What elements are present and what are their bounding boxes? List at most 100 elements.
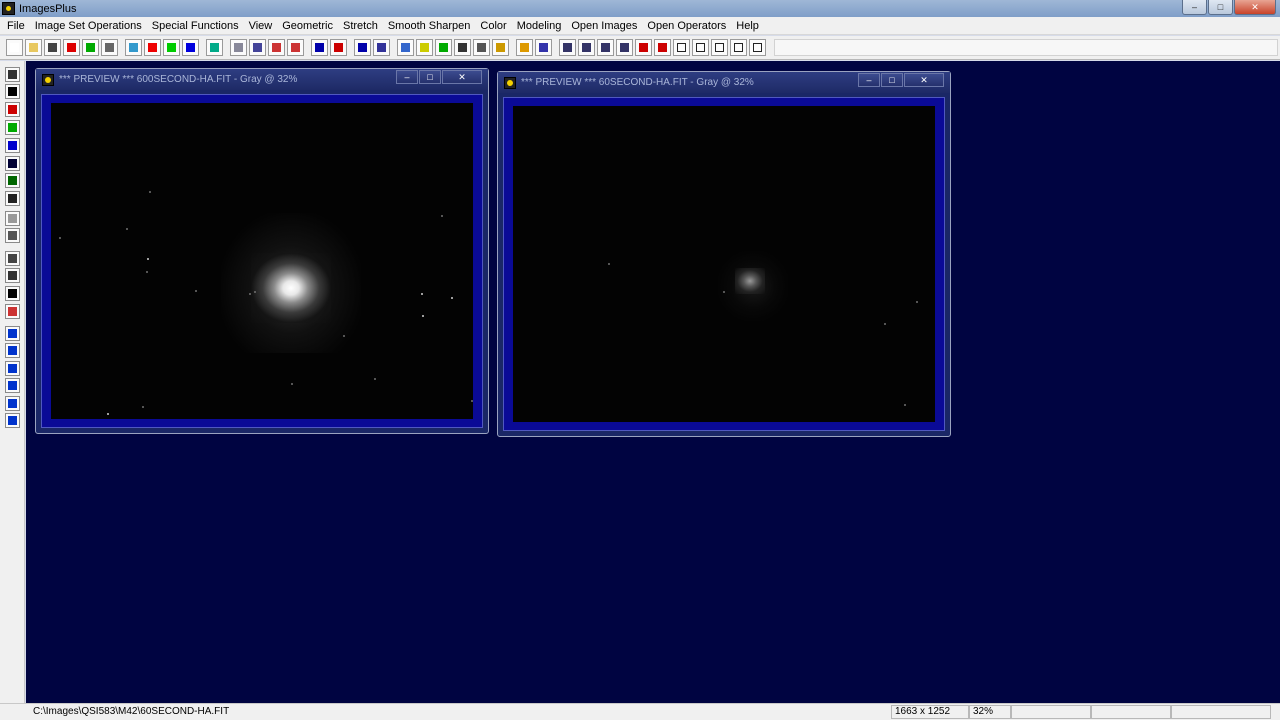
redo-button[interactable] — [249, 39, 266, 56]
black-blue-tool[interactable] — [5, 156, 20, 171]
red-channel-button[interactable] — [144, 39, 161, 56]
plus-box-button[interactable] — [635, 39, 652, 56]
redo-red-button[interactable] — [287, 39, 304, 56]
zoom-fit-button[interactable] — [597, 39, 614, 56]
square-medium-button[interactable] — [692, 39, 709, 56]
close-red-button[interactable] — [63, 39, 80, 56]
minimize-window-button[interactable]: – — [858, 73, 880, 87]
zoom-actual-button[interactable] — [616, 39, 633, 56]
mountain-button[interactable] — [397, 39, 414, 56]
save-tool-tool[interactable] — [5, 67, 20, 82]
columns-tool[interactable] — [5, 268, 20, 283]
maximize-window-button[interactable]: □ — [881, 73, 903, 87]
diagonal-icon — [8, 231, 17, 240]
black-blue-icon — [8, 159, 17, 168]
black-bar-tool[interactable] — [5, 286, 20, 301]
star — [723, 291, 725, 293]
menu-view[interactable]: View — [244, 20, 278, 32]
minus-box-button[interactable] — [654, 39, 671, 56]
red-square-tool[interactable] — [5, 102, 20, 117]
square-small-button[interactable] — [711, 39, 728, 56]
select-box-tool[interactable] — [5, 251, 20, 266]
up-arrow-icon — [8, 346, 17, 355]
close-red-icon — [67, 43, 76, 52]
square-xsmall-button[interactable] — [730, 39, 747, 56]
new-file-button[interactable] — [6, 39, 23, 56]
maximize-button[interactable]: □ — [1208, 0, 1233, 15]
undo-button[interactable] — [230, 39, 247, 56]
move-tool[interactable] — [5, 326, 20, 341]
menu-color[interactable]: Color — [475, 20, 511, 32]
star — [59, 237, 61, 239]
calculator-icon — [477, 43, 486, 52]
menu-open-images[interactable]: Open Images — [566, 20, 642, 32]
dotted-line-button[interactable] — [354, 39, 371, 56]
green-channel-icon — [167, 43, 176, 52]
preview-image-600s[interactable] — [51, 103, 473, 419]
crop-tool[interactable] — [5, 304, 20, 319]
open-folder-button[interactable] — [25, 39, 42, 56]
crosshair-button[interactable] — [454, 39, 471, 56]
add-icon — [439, 43, 448, 52]
dot-button[interactable] — [311, 39, 328, 56]
ring-tool[interactable] — [5, 211, 20, 226]
rotate-right-tool[interactable] — [5, 396, 20, 411]
menu-file[interactable]: File — [2, 20, 30, 32]
grid-select-button[interactable] — [535, 39, 552, 56]
redo-red-icon — [291, 43, 300, 52]
image-window-titlebar[interactable]: *** PREVIEW *** 600SECOND-HA.FIT - Gray … — [36, 69, 488, 90]
points-button[interactable] — [373, 39, 390, 56]
square-large-button[interactable] — [673, 39, 690, 56]
menu-image-set-operations[interactable]: Image Set Operations — [30, 20, 147, 32]
menu-stretch[interactable]: Stretch — [338, 20, 383, 32]
green-square-tool[interactable] — [5, 120, 20, 135]
image-window-600s[interactable]: *** PREVIEW *** 600SECOND-HA.FIT - Gray … — [35, 68, 489, 434]
frames-tool[interactable] — [5, 413, 20, 428]
menu-smooth-sharpen[interactable]: Smooth Sharpen — [383, 20, 476, 32]
blue-channel-button[interactable] — [182, 39, 199, 56]
redo-icon — [253, 43, 262, 52]
diagonal-tool[interactable] — [5, 228, 20, 243]
menu-modeling[interactable]: Modeling — [512, 20, 567, 32]
menu-geometric[interactable]: Geometric — [277, 20, 338, 32]
maximize-window-button[interactable]: □ — [419, 70, 441, 84]
image-window-titlebar[interactable]: *** PREVIEW *** 60SECOND-HA.FIT - Gray @… — [498, 72, 950, 93]
green-black-tool[interactable] — [5, 173, 20, 188]
rgb-channels-button[interactable] — [125, 39, 142, 56]
minimize-window-button[interactable]: – — [396, 70, 418, 84]
star — [916, 301, 918, 303]
grid-select-icon — [539, 43, 548, 52]
close-button[interactable]: ✕ — [1234, 0, 1276, 15]
close-window-button[interactable]: ✕ — [442, 70, 482, 84]
right-arrow-tool[interactable] — [5, 361, 20, 376]
up-arrow-tool[interactable] — [5, 343, 20, 358]
minimize-button[interactable]: – — [1182, 0, 1207, 15]
white-square-tool[interactable] — [5, 191, 20, 206]
square-tiny-button[interactable] — [749, 39, 766, 56]
star — [254, 291, 256, 293]
blue-square-tool[interactable] — [5, 138, 20, 153]
rotate-left-tool[interactable] — [5, 378, 20, 393]
close-window-button[interactable]: ✕ — [904, 73, 944, 87]
camera-button[interactable] — [492, 39, 509, 56]
zoom-out-button[interactable] — [578, 39, 595, 56]
black-square-tool[interactable] — [5, 84, 20, 99]
copy-button[interactable] — [101, 39, 118, 56]
menu-help[interactable]: Help — [731, 20, 764, 32]
zoom-in-button[interactable] — [559, 39, 576, 56]
close-green-button[interactable] — [82, 39, 99, 56]
green-channel-button[interactable] — [163, 39, 180, 56]
preview-image-60s[interactable] — [513, 106, 935, 422]
calculator-button[interactable] — [473, 39, 490, 56]
pencil-button[interactable] — [516, 39, 533, 56]
columns-icon — [8, 271, 17, 280]
save-button[interactable] — [44, 39, 61, 56]
angle-button[interactable] — [416, 39, 433, 56]
undo-red-button[interactable] — [268, 39, 285, 56]
grid-button[interactable] — [206, 39, 223, 56]
menu-special-functions[interactable]: Special Functions — [147, 20, 244, 32]
menu-open-operators[interactable]: Open Operators — [642, 20, 731, 32]
image-window-60s[interactable]: *** PREVIEW *** 60SECOND-HA.FIT - Gray @… — [497, 71, 951, 437]
add-button[interactable] — [435, 39, 452, 56]
record-button[interactable] — [330, 39, 347, 56]
